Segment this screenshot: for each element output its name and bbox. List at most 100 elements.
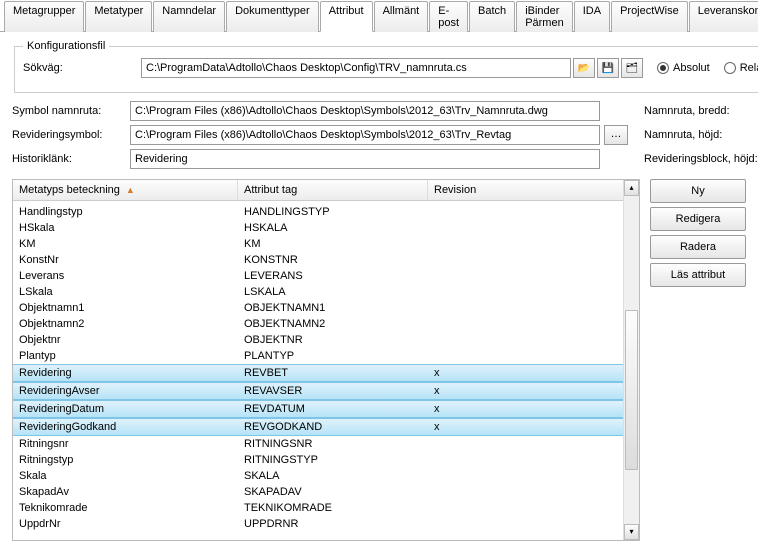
tab-leveranskontroll[interactable]: Leveranskontroll [689,1,758,32]
symbol-input[interactable] [130,101,600,121]
table-row[interactable]: HSkalaHSKALA [13,220,623,236]
cell-metatype: Objektnamn1 [13,301,238,315]
relative-radio[interactable] [724,62,736,74]
cell-attrtag: HANDLINGSTYP [238,205,428,219]
table-row[interactable]: RevideringGodkandREVGODKANDx [13,418,623,436]
table-row[interactable]: RitningsnrRITNINGSNR [13,436,623,452]
cell-revision [428,237,623,251]
tab-ida[interactable]: IDA [574,1,610,32]
cell-revision [428,269,623,283]
cell-revision [428,517,623,531]
cell-attrtag: OBJEKTNAMN1 [238,301,428,315]
cell-revision [428,469,623,483]
revblock-label: Revideringsblock, höjd: [644,153,758,165]
table-row[interactable]: RevideringAvserREVAVSERx [13,382,623,400]
tab-attribut[interactable]: Attribut [320,1,373,32]
tab-ibinder-pärmen[interactable]: iBinder Pärmen [516,1,573,32]
tab-metatyper[interactable]: Metatyper [85,1,152,32]
cell-revision [428,333,623,347]
cell-attrtag: KONSTNR [238,253,428,267]
table-row[interactable]: RitningstypRITNINGSTYP [13,452,623,468]
hist-label: Historiklänk: [12,153,130,165]
cell-revision [428,501,623,515]
cell-metatype: KM [13,237,238,251]
cell-metatype: Plantyp [13,349,238,363]
cell-revision: x [428,420,623,434]
table-row[interactable]: HandlingstypHANDLINGSTYP [13,204,623,220]
cell-metatype: HSkala [13,221,238,235]
table-row[interactable]: Objektnamn1OBJEKTNAMN1 [13,300,623,316]
table-row[interactable]: RevideringDatumREVDATUMx [13,400,623,418]
read-attr-button[interactable]: Läs attribut [650,263,746,287]
cell-attrtag: LEVERANS [238,269,428,283]
browse-button[interactable]: … [604,125,628,145]
cell-metatype: Ritningstyp [13,453,238,467]
cell-metatype: Teknikomrade [13,501,238,515]
cell-attrtag: HSKALA [238,221,428,235]
cell-revision [428,205,623,219]
attribute-grid[interactable]: Metatyps beteckning ▲ Attribut tag Revis… [12,179,640,541]
col-metatype[interactable]: Metatyps beteckning ▲ [13,180,238,200]
tab-e-post[interactable]: E-post [429,1,468,32]
tab-metagrupper[interactable]: Metagrupper [4,1,84,32]
vertical-scrollbar[interactable]: ▴ ▾ [623,180,639,540]
delete-button[interactable]: Radera [650,235,746,259]
table-row[interactable]: Objektnamn2OBJEKTNAMN2 [13,316,623,332]
cell-attrtag: SKALA [238,469,428,483]
symbol-label: Symbol namnruta: [12,105,130,117]
col-revision[interactable]: Revision [428,180,639,200]
table-row[interactable]: LSkalaLSKALA [13,284,623,300]
table-row[interactable]: RevideringREVBETx [13,364,623,382]
config-fieldset: Konfigurationsfil Sökväg: 📂 💾 🗂 Absolut … [14,40,758,93]
table-row[interactable]: SkapadAvSKAPADAV [13,484,623,500]
cell-revision [428,349,623,363]
cell-metatype: UppdrNr [13,517,238,531]
hist-input[interactable] [130,149,600,169]
cell-attrtag: KM [238,237,428,251]
table-row[interactable]: KonstNrKONSTNR [13,252,623,268]
cell-metatype: RevideringDatum [13,402,238,416]
revsym-label: Revideringsymbol: [12,129,130,141]
edit-button[interactable]: Redigera [650,207,746,231]
scroll-up-icon[interactable]: ▴ [624,180,639,196]
cell-attrtag: TEKNIKOMRADE [238,501,428,515]
table-row[interactable]: SkalaSKALA [13,468,623,484]
open-icon[interactable]: 📂 [573,58,595,78]
table-row[interactable]: PlantypPLANTYP [13,348,623,364]
cell-attrtag: REVDATUM [238,402,428,416]
cell-metatype: SkapadAv [13,485,238,499]
col-attrtag[interactable]: Attribut tag [238,180,428,200]
new-button[interactable]: Ny [650,179,746,203]
table-row[interactable]: KMKM [13,236,623,252]
grid-header: Metatyps beteckning ▲ Attribut tag Revis… [13,180,639,201]
cell-revision: x [428,384,623,398]
cell-metatype: Ritningsnr [13,437,238,451]
path-input[interactable] [141,58,571,78]
table-row[interactable]: TeknikomradeTEKNIKOMRADE [13,500,623,516]
cell-attrtag: OBJEKTNR [238,333,428,347]
revsym-input[interactable] [130,125,600,145]
cell-attrtag: REVAVSER [238,384,428,398]
cell-attrtag: RITNINGSNR [238,437,428,451]
saveas-icon[interactable]: 🗂 [621,58,643,78]
cell-attrtag: PLANTYP [238,349,428,363]
height-label: Namnruta, höjd: [644,129,758,141]
cell-metatype: RevideringAvser [13,384,238,398]
table-row[interactable]: UppdrNrUPPDRNR [13,516,623,532]
tab-projectwise[interactable]: ProjectWise [611,1,688,32]
tab-allmänt[interactable]: Allmänt [374,1,429,32]
absolute-label: Absolut [673,62,710,74]
config-legend: Konfigurationsfil [23,40,109,52]
table-row[interactable]: LeveransLEVERANS [13,268,623,284]
absolute-radio[interactable] [657,62,669,74]
tab-batch[interactable]: Batch [469,1,515,32]
table-row[interactable]: ObjektnrOBJEKTNR [13,332,623,348]
tab-dokumenttyper[interactable]: Dokumenttyper [226,1,319,32]
tab-namndelar[interactable]: Namndelar [153,1,225,32]
save-icon[interactable]: 💾 [597,58,619,78]
cell-metatype: KonstNr [13,253,238,267]
scroll-down-icon[interactable]: ▾ [624,524,639,540]
cell-attrtag: REVBET [238,366,428,380]
scroll-thumb[interactable] [625,310,638,470]
tab-bar: MetagrupperMetatyperNamndelarDokumenttyp… [0,0,758,32]
